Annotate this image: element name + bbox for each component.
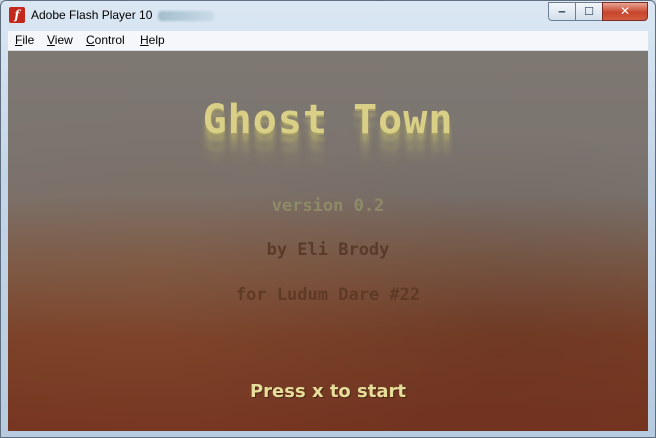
menu-help[interactable]: Help	[140, 33, 165, 47]
start-prompt: Press x to start	[249, 381, 407, 402]
event-text: for Ludum Dare #22	[235, 285, 421, 305]
window-title-text: Adobe Flash Player 10	[31, 8, 153, 22]
menu-view[interactable]: View	[47, 33, 73, 47]
close-button[interactable]: ✕	[602, 2, 648, 21]
menu-file[interactable]: File	[15, 33, 34, 47]
title-bar[interactable]: f Adobe Flash Player 10 ‒ ☐ ✕	[1, 1, 655, 31]
version-text: version 0.2	[271, 196, 385, 216]
blurred-title-suffix	[158, 10, 215, 21]
menu-bar: File View Control Help	[8, 31, 648, 51]
minimize-button[interactable]: ‒	[548, 2, 576, 21]
window-title: Adobe Flash Player 10	[31, 8, 215, 22]
author-text: by Eli Brody	[266, 240, 390, 260]
minimize-icon: ‒	[558, 5, 566, 18]
close-icon: ✕	[619, 4, 631, 18]
game-title: Ghost Town	[202, 97, 454, 143]
flash-player-window: f Adobe Flash Player 10 ‒ ☐ ✕ File View …	[0, 0, 656, 438]
maximize-button[interactable]: ☐	[575, 2, 603, 21]
maximize-icon: ☐	[584, 5, 594, 18]
flash-stage[interactable]: Ghost Town version 0.2 by Eli Brody for …	[8, 51, 648, 431]
menu-control[interactable]: Control	[86, 33, 125, 47]
flash-player-icon[interactable]: f	[9, 7, 25, 23]
